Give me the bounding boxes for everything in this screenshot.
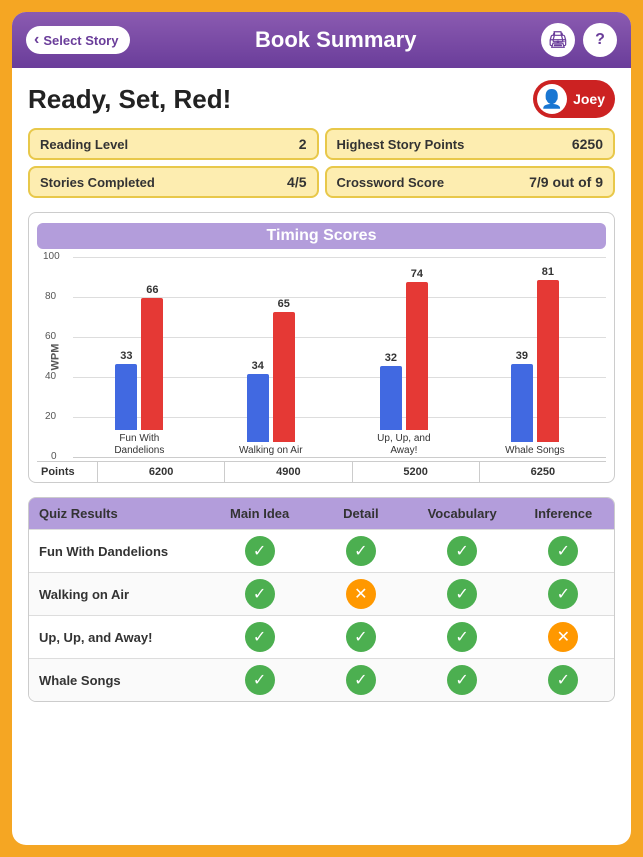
quiz-cell-3-0: ✓	[209, 659, 310, 701]
quiz-cell-2-1: ✓	[310, 616, 411, 658]
user-name: Joey	[573, 91, 605, 107]
quiz-row-0: Fun With Dandelions ✓ ✓ ✓ ✓	[29, 529, 614, 572]
points-val-1: 4900	[224, 462, 351, 482]
stat-reading-level: Reading Level 2	[28, 128, 319, 160]
stats-grid: Reading Level 2 Highest Story Points 625…	[28, 128, 615, 198]
quiz-cell-3-3: ✓	[513, 659, 614, 701]
quiz-cell-1-3: ✓	[513, 573, 614, 615]
quiz-row-3: Whale Songs ✓ ✓ ✓ ✓	[29, 658, 614, 701]
quiz-cell-0-2: ✓	[412, 530, 513, 572]
stat-label-highest-points: Highest Story Points	[337, 137, 465, 152]
header-title: Book Summary	[130, 27, 541, 53]
quiz-story-name-2: Up, Up, and Away!	[29, 622, 209, 653]
quiz-results: Quiz Results Main Idea Detail Vocabulary…	[28, 497, 615, 702]
title-row: Ready, Set, Red! 👤 Joey	[28, 80, 615, 118]
quiz-cell-1-2: ✓	[412, 573, 513, 615]
check-icon: ✓	[245, 622, 275, 652]
quiz-col-vocabulary: Vocabulary	[412, 498, 513, 529]
check-icon: ✓	[346, 622, 376, 652]
quiz-story-name-0: Fun With Dandelions	[29, 536, 209, 567]
bar-group-1: 3465Walking on Air	[239, 257, 303, 457]
points-val-0: 6200	[97, 462, 224, 482]
chart-bars-area: 100 80 60 40 20 0 3366Fun WithDandelions…	[73, 257, 606, 457]
check-icon: ✓	[447, 622, 477, 652]
stat-stories-completed: Stories Completed 4/5	[28, 166, 319, 198]
check-icon: ✓	[548, 665, 578, 695]
back-label: Select Story	[43, 33, 118, 48]
quiz-cell-0-0: ✓	[209, 530, 310, 572]
stat-value-reading-level: 2	[299, 136, 307, 152]
quiz-cell-3-1: ✓	[310, 659, 411, 701]
header: ‹ Select Story Book Summary 🖨 ?	[12, 12, 631, 68]
avatar: 👤	[537, 84, 567, 114]
quiz-cell-2-0: ✓	[209, 616, 310, 658]
quiz-header-row: Quiz Results Main Idea Detail Vocabulary…	[29, 498, 614, 529]
x-icon: ✕	[346, 579, 376, 609]
stat-highest-points: Highest Story Points 6250	[325, 128, 616, 160]
header-icons: 🖨 ?	[541, 23, 617, 57]
stat-value-crossword-score: 7/9 out of 9	[529, 174, 603, 190]
quiz-story-name-3: Whale Songs	[29, 665, 209, 696]
check-icon: ✓	[245, 536, 275, 566]
stat-label-stories-completed: Stories Completed	[40, 175, 155, 190]
back-button[interactable]: ‹ Select Story	[26, 26, 130, 54]
check-icon: ✓	[447, 579, 477, 609]
quiz-story-name-1: Walking on Air	[29, 579, 209, 610]
quiz-cell-2-2: ✓	[412, 616, 513, 658]
check-icon: ✓	[346, 665, 376, 695]
points-label: Points	[37, 462, 97, 482]
check-icon: ✓	[548, 536, 578, 566]
quiz-rows: Fun With Dandelions ✓ ✓ ✓ ✓ Walking on Air ✓ ✕ ✓…	[29, 529, 614, 701]
quiz-cell-1-1: ✕	[310, 573, 411, 615]
quiz-cell-0-1: ✓	[310, 530, 411, 572]
quiz-col-main-idea: Main Idea	[209, 498, 310, 529]
timing-scores-chart: Timing Scores WPM 100 80 60 40	[28, 212, 615, 483]
stat-value-highest-points: 6250	[572, 136, 603, 152]
bar-group-3: 3981Whale Songs	[505, 257, 564, 457]
print-button[interactable]: 🖨	[541, 23, 575, 57]
quiz-cell-1-0: ✓	[209, 573, 310, 615]
quiz-row-2: Up, Up, and Away! ✓ ✓ ✓ ✕	[29, 615, 614, 658]
quiz-title: Quiz Results	[29, 498, 209, 529]
help-button[interactable]: ?	[583, 23, 617, 57]
user-badge: 👤 Joey	[533, 80, 615, 118]
quiz-cell-0-3: ✓	[513, 530, 614, 572]
points-row: Points 6200 4900 5200 6250	[37, 461, 606, 482]
content-area: Ready, Set, Red! 👤 Joey Reading Level 2 …	[12, 68, 631, 845]
book-title: Ready, Set, Red!	[28, 84, 231, 115]
check-icon: ✓	[245, 579, 275, 609]
back-arrow-icon: ‹	[34, 31, 39, 49]
quiz-cell-2-3: ✕	[513, 616, 614, 658]
quiz-col-inference: Inference	[513, 498, 614, 529]
check-icon: ✓	[346, 536, 376, 566]
check-icon: ✓	[548, 579, 578, 609]
stat-label-reading-level: Reading Level	[40, 137, 128, 152]
stat-crossword-score: Crossword Score 7/9 out of 9	[325, 166, 616, 198]
check-icon: ✓	[447, 536, 477, 566]
bar-group-2: 3274Up, Up, andAway!	[377, 257, 430, 457]
bar-group-0: 3366Fun WithDandelions	[114, 257, 164, 457]
quiz-cell-3-2: ✓	[412, 659, 513, 701]
quiz-col-detail: Detail	[310, 498, 411, 529]
quiz-row-1: Walking on Air ✓ ✕ ✓ ✓	[29, 572, 614, 615]
chart-title: Timing Scores	[37, 223, 606, 249]
y-axis-label: WPM	[49, 344, 61, 371]
stat-value-stories-completed: 4/5	[287, 174, 306, 190]
points-val-2: 5200	[352, 462, 479, 482]
points-val-3: 6250	[479, 462, 606, 482]
x-icon: ✕	[548, 622, 578, 652]
check-icon: ✓	[447, 665, 477, 695]
stat-label-crossword-score: Crossword Score	[337, 175, 445, 190]
check-icon: ✓	[245, 665, 275, 695]
